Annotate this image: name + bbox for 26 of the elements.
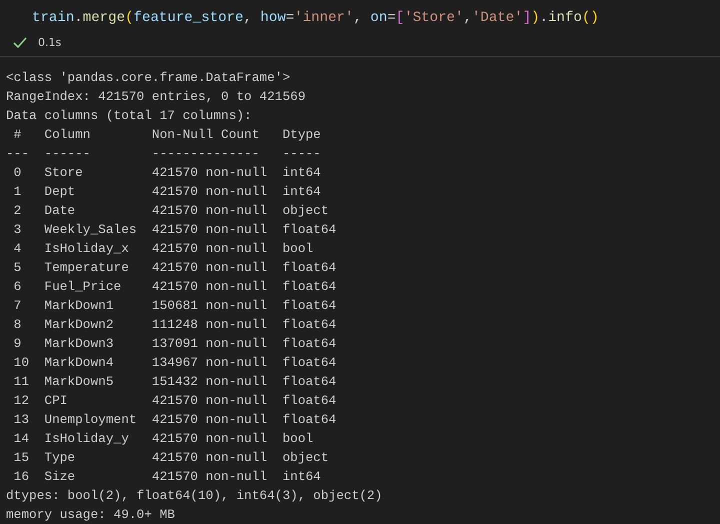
output-line: 4 IsHoliday_x 421570 non-null bool	[12, 240, 314, 258]
output-line: 0 Store 421570 non-null int64	[12, 164, 321, 182]
output-line: 16 Size 421570 non-null int64	[12, 468, 321, 486]
output-line: # Column Non-Null Count Dtype	[12, 126, 321, 144]
output-line: 5 Temperature 421570 non-null float64	[12, 259, 336, 277]
execution-time: 0.1s	[38, 36, 62, 48]
output-line: 13 Unemployment 421570 non-null float64	[12, 411, 336, 429]
output-line: 3 Weekly_Sales 421570 non-null float64	[12, 221, 336, 239]
output-line: RangeIndex: 421570 entries, 0 to 421569	[6, 88, 306, 106]
output-line: 11 MarkDown5 151432 non-null float64	[12, 373, 336, 391]
output-line: 8 MarkDown2 111248 non-null float64	[12, 316, 336, 334]
output-line: 6 Fuel_Price 421570 non-null float64	[12, 278, 336, 296]
output-line: dtypes: bool(2), float64(10), int64(3), object(2)	[6, 487, 382, 505]
output-line: 7 MarkDown1 150681 non-null float64	[12, 297, 336, 315]
output-line: memory usage: 49.0+ MB	[6, 506, 175, 524]
output-line: 1 Dept 421570 non-null int64	[12, 183, 321, 201]
output-line: <class 'pandas.core.frame.DataFrame'>	[6, 69, 290, 87]
output-line: 15 Type 421570 non-null object	[12, 449, 329, 467]
output-line: Data columns (total 17 columns):	[6, 107, 252, 125]
output-line: 12 CPI 421570 non-null float64	[12, 392, 336, 410]
code-line[interactable]: train.merge(feature_store, how='inner', on=['Store','Date']).info()	[32, 8, 720, 28]
output-line: 14 IsHoliday_y 421570 non-null bool	[12, 430, 314, 448]
output-line: 10 MarkDown4 134967 non-null float64	[12, 354, 336, 372]
output-line: 9 MarkDown3 137091 non-null float64	[12, 335, 336, 353]
output-line: 2 Date 421570 non-null object	[12, 202, 329, 220]
output-line: --- ------ -------------- -----	[6, 145, 321, 163]
